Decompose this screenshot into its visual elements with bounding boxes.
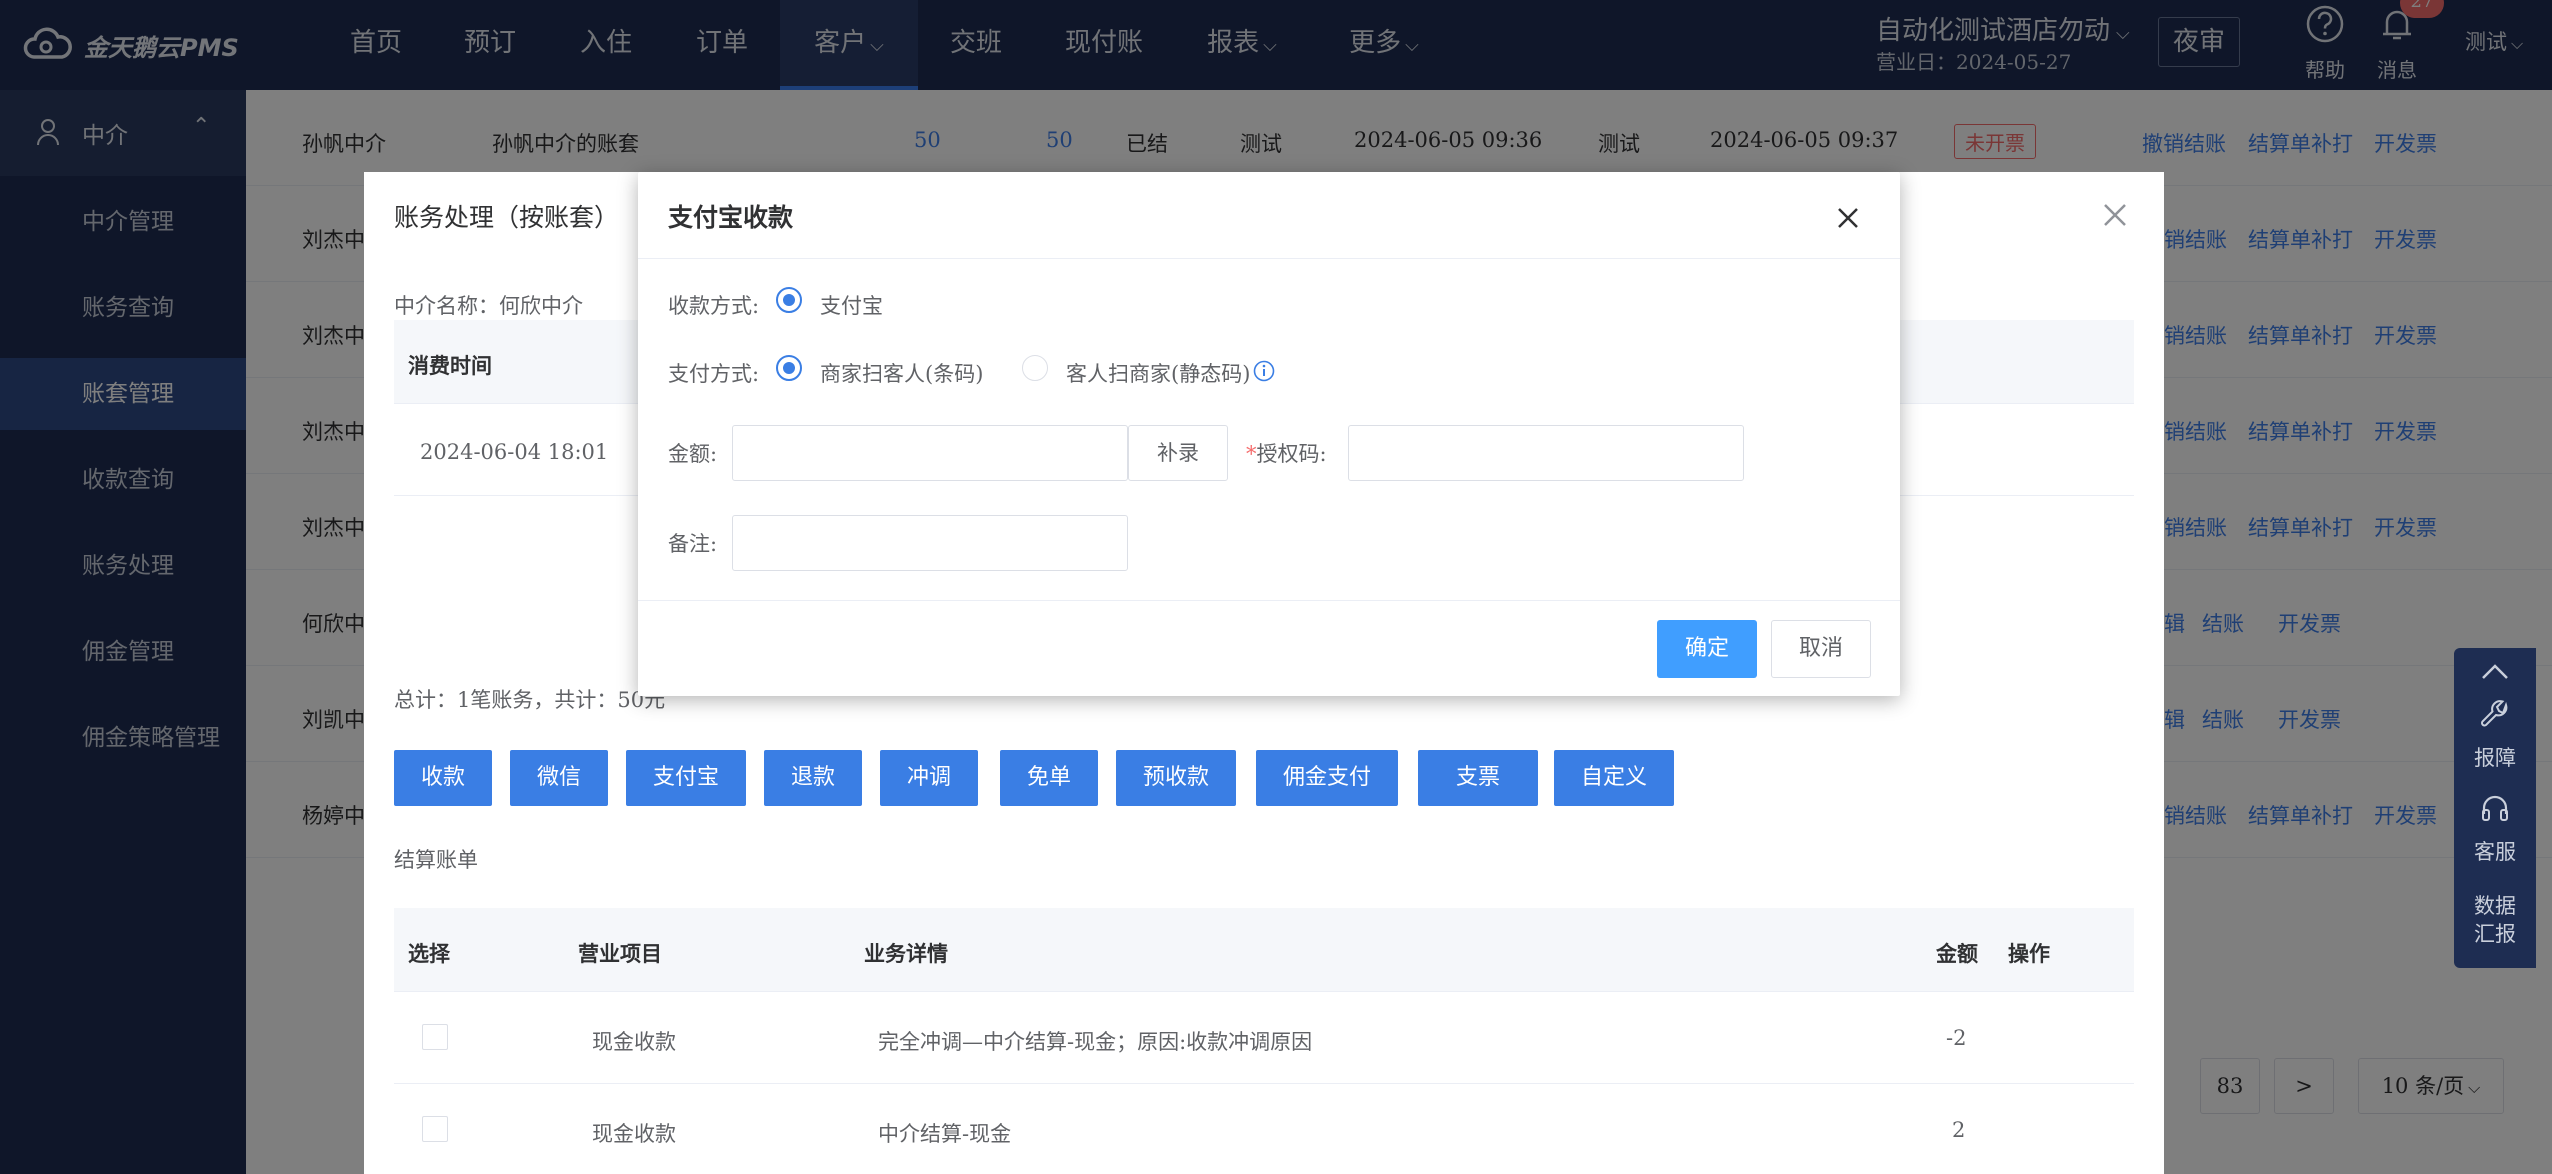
close-icon[interactable] — [2102, 202, 2128, 228]
radio-merchant-scan[interactable] — [776, 355, 802, 381]
amount-label: 金额: — [668, 442, 718, 466]
report-fault-label: 报障 — [2474, 746, 2516, 770]
settle-bill-title: 结算账单 — [394, 848, 478, 872]
agent-name-label: 中介名称：何欣中介 — [394, 294, 583, 318]
column-header-detail: 业务详情 — [864, 941, 948, 966]
radio-alipay-label[interactable]: 支付宝 — [820, 290, 883, 320]
row-checkbox[interactable] — [422, 1116, 448, 1142]
refund-button[interactable]: 退款 — [764, 750, 862, 806]
close-icon[interactable] — [1836, 206, 1860, 230]
info-icon[interactable] — [1253, 360, 1275, 382]
chevron-up-icon[interactable] — [2480, 662, 2510, 682]
radio-alipay[interactable] — [776, 287, 802, 313]
prepayment-button[interactable]: 预收款 — [1116, 750, 1236, 806]
adjust-button[interactable]: 冲调 — [880, 750, 978, 806]
confirm-button[interactable]: 确定 — [1657, 620, 1757, 678]
auth-code-label-text: 授权码: — [1256, 442, 1327, 466]
row-checkbox[interactable] — [422, 1024, 448, 1050]
dialog-title: 账务处理（按账套） — [394, 203, 620, 232]
cell-amount: 2 — [1952, 1118, 1966, 1142]
dialog-title: 支付宝收款 — [668, 203, 794, 232]
required-mark: * — [1246, 442, 1257, 466]
cell-detail: 中介结算-现金 — [878, 1122, 1012, 1146]
commission-pay-button[interactable]: 佣金支付 — [1256, 750, 1398, 806]
customer-service-label: 客服 — [2474, 840, 2516, 864]
account-total: 总计：1笔账务，共计：50元 — [394, 688, 666, 712]
column-header-amount: 金额 — [1936, 941, 1978, 966]
alipay-button[interactable]: 支付宝 — [626, 750, 746, 806]
amount-input[interactable] — [732, 425, 1128, 481]
radio-merchant-scan-label[interactable]: 商家扫客人(条码) — [820, 358, 983, 388]
divider — [638, 258, 1900, 259]
cheque-button[interactable]: 支票 — [1418, 750, 1538, 806]
cell-detail: 完全冲调—中介结算-现金；原因:收款冲调原因 — [878, 1030, 1313, 1054]
auth-code-input[interactable] — [1348, 425, 1744, 481]
cell-item: 现金收款 — [592, 1030, 676, 1054]
custom-button[interactable]: 自定义 — [1554, 750, 1674, 806]
auth-code-label: *授权码: — [1246, 438, 1327, 468]
settle-table-header: 选择 营业项目 业务详情 金额 操作 — [394, 908, 2134, 992]
cell-amount: -2 — [1946, 1026, 1967, 1050]
wechat-button[interactable]: 微信 — [510, 750, 608, 806]
column-header-consume-time: 消费时间 — [408, 353, 492, 378]
column-header-operation: 操作 — [2008, 941, 2050, 966]
divider — [638, 600, 1900, 601]
wrench-icon — [2481, 700, 2508, 727]
remark-input[interactable] — [732, 515, 1128, 571]
column-header-select: 选择 — [408, 941, 450, 966]
data-report-button[interactable]: 数据汇报 — [2467, 892, 2523, 952]
cell-item: 现金收款 — [592, 1122, 676, 1146]
waive-button[interactable]: 免单 — [1000, 750, 1098, 806]
pay-type-label: 支付方式: — [668, 362, 760, 386]
cell-consume-time: 2024-06-04 18:01 — [420, 440, 609, 464]
collect-button[interactable]: 收款 — [394, 750, 492, 806]
report-fault-button[interactable]: 报障 — [2454, 700, 2536, 780]
headset-icon — [2482, 795, 2508, 821]
supplement-button[interactable]: 补录 — [1128, 425, 1228, 481]
table-row: 现金收款 中介结算-现金 2 — [394, 1084, 2134, 1174]
customer-service-button[interactable]: 客服 — [2454, 794, 2536, 874]
cancel-button[interactable]: 取消 — [1771, 620, 1871, 678]
column-header-item: 营业项目 — [578, 941, 662, 966]
radio-customer-scan-label[interactable]: 客人扫商家(静态码) — [1066, 358, 1250, 388]
service-float-panel: 报障 客服 数据汇报 — [2454, 648, 2536, 968]
alipay-payment-dialog: 支付宝收款 收款方式: 支付宝 支付方式: 商家扫客人(条码) 客人扫商家(静态… — [638, 172, 1900, 696]
remark-label: 备注: — [668, 532, 718, 556]
radio-customer-scan[interactable] — [1022, 355, 1048, 381]
table-row: 现金收款 完全冲调—中介结算-现金；原因:收款冲调原因 -2 — [394, 992, 2134, 1084]
collect-method-label: 收款方式: — [668, 294, 760, 318]
